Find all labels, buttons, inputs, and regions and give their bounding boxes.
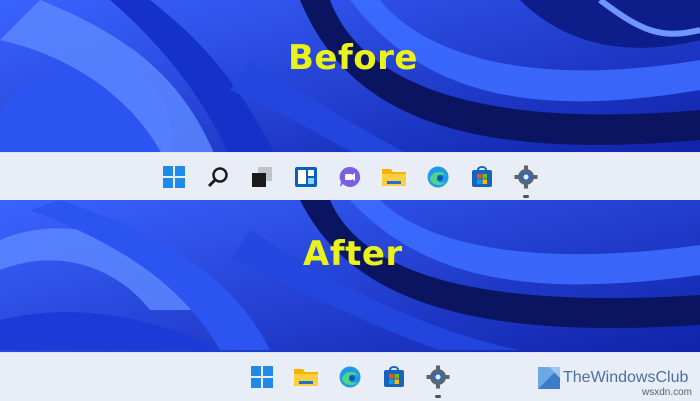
running-indicator	[523, 195, 529, 198]
teams-chat-icon[interactable]	[335, 162, 365, 192]
before-taskbar	[0, 152, 700, 201]
file-explorer-icon[interactable]	[379, 162, 409, 192]
windows-start-icon[interactable]	[247, 362, 277, 392]
store-icon[interactable]	[379, 362, 409, 392]
edge-icon[interactable]	[335, 362, 365, 392]
widgets-icon[interactable]	[291, 162, 321, 192]
watermark: TheWindowsClub	[538, 367, 688, 389]
after-label: After	[303, 234, 403, 274]
watermark-text: TheWindowsClub	[563, 369, 689, 386]
settings-icon[interactable]	[511, 162, 541, 198]
task-view-icon[interactable]	[247, 162, 277, 192]
search-icon[interactable]	[203, 162, 233, 192]
settings-icon[interactable]	[423, 362, 453, 398]
file-explorer-icon[interactable]	[291, 362, 321, 392]
running-indicator	[435, 395, 441, 398]
store-icon[interactable]	[467, 162, 497, 192]
before-label: Before	[288, 38, 418, 78]
edge-icon[interactable]	[423, 162, 453, 192]
thewindowsclub-logo-icon	[538, 367, 560, 389]
site-credit: wsxdn.com	[641, 387, 692, 398]
windows-start-icon[interactable]	[159, 162, 189, 192]
